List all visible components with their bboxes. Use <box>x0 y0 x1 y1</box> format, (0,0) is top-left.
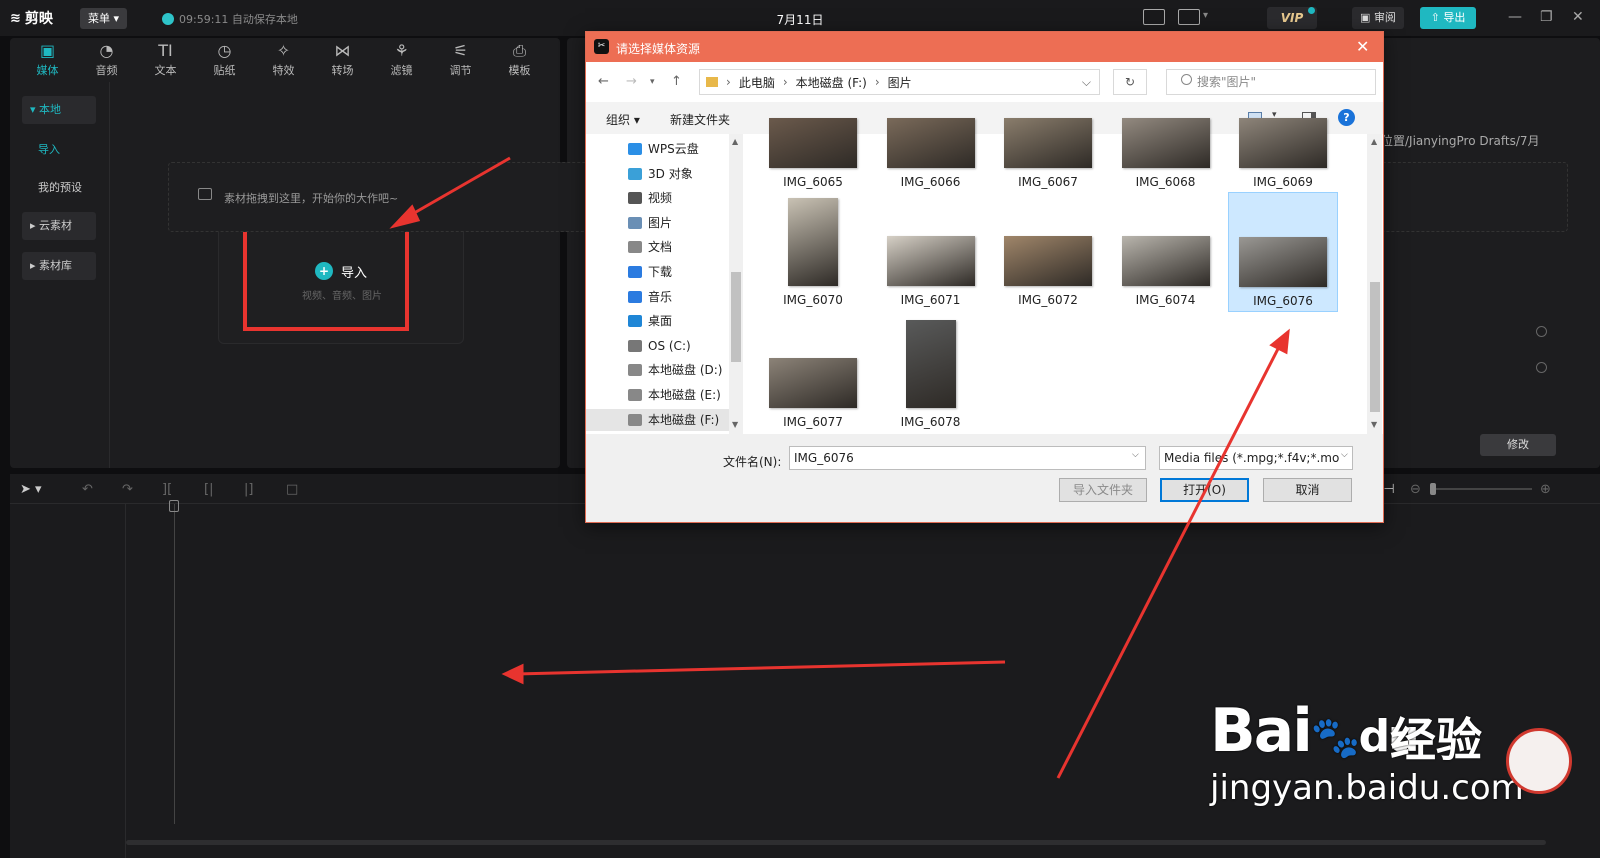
watermark-brand: Bai🐾du <box>1210 696 1419 766</box>
mascot-icon <box>1506 728 1572 794</box>
arrow-head <box>501 663 524 685</box>
baidu-watermark: Bai🐾du 经验 jingyan.baidu.com <box>1210 678 1580 838</box>
watermark-url: jingyan.baidu.com <box>1210 768 1524 808</box>
arrow-to-import <box>401 156 511 222</box>
arrow-head <box>1269 328 1290 355</box>
watermark-bai: Bai <box>1210 696 1313 766</box>
watermark-jingyan: 经验 <box>1390 713 1482 767</box>
arrow-head <box>389 204 421 229</box>
arrow-to-timeline <box>515 660 1006 676</box>
paw-icon: 🐾 <box>1310 715 1361 761</box>
